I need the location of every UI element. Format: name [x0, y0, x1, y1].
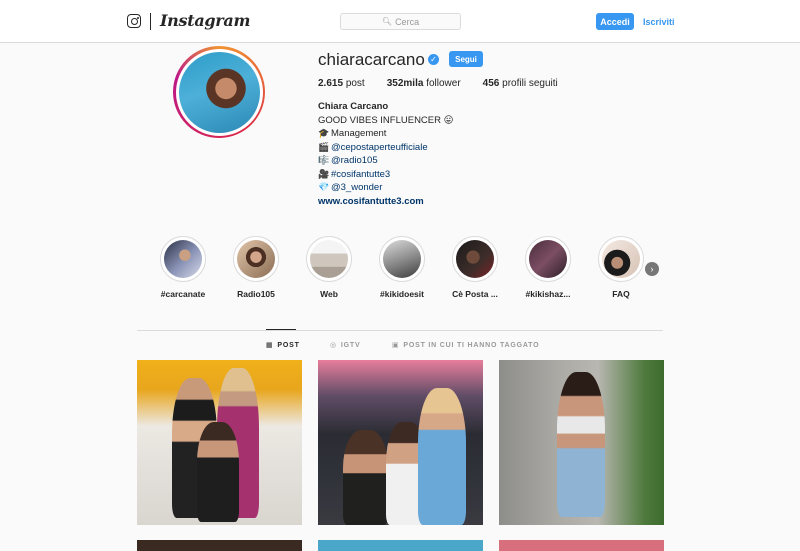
highlight-item[interactable]: Cè Posta ... [445, 236, 505, 299]
follow-button[interactable]: Segui [449, 51, 483, 67]
post-thumbnail[interactable] [137, 360, 302, 525]
tabs-divider [137, 330, 663, 331]
highlight-thumbnail [602, 240, 640, 278]
post-thumbnail[interactable] [137, 540, 302, 551]
highlight-item[interactable]: Web [299, 236, 359, 299]
music-icon: 🎼 [318, 155, 330, 165]
highlight-thumbnail [310, 240, 348, 278]
post-thumbnail[interactable] [499, 540, 664, 551]
bio-line-radio: 🎼 @radio105 [318, 154, 454, 168]
grid-icon: ▦ [266, 342, 274, 349]
highlight-label: #kikishaz... [525, 289, 571, 299]
avatar-photo [178, 51, 260, 133]
clapper-icon: 🎬 [318, 141, 330, 152]
highlight-item[interactable]: Radio105 [226, 236, 286, 299]
profile-avatar[interactable] [173, 46, 265, 138]
hashtag-link[interactable]: #cosifantutte3 [331, 169, 390, 180]
profile-website-link[interactable]: www.cosifantutte3.com [318, 195, 454, 209]
tagged-icon: ▣ [392, 342, 400, 349]
mention-link[interactable]: @3_wonder [331, 182, 382, 193]
profile-bio: Chiara Carcano GOOD VIBES INFLUENCER 😛 🎓… [318, 100, 454, 208]
logo-divider [150, 13, 151, 30]
highlight-thumbnail [456, 240, 494, 278]
highlight-label: Cè Posta ... [452, 289, 498, 299]
tab-tagged[interactable]: ▣ POST IN CUI TI HANNO TAGGATO [392, 341, 539, 350]
post-thumbnail[interactable] [499, 360, 664, 525]
highlight-thumbnail [529, 240, 567, 278]
post-thumbnail[interactable] [318, 540, 483, 551]
bio-line-hashtag: 🎥 #cosifantutte3 [318, 168, 454, 182]
verified-badge-icon: ✓ [428, 54, 439, 65]
highlight-label: #kikidoesit [380, 289, 424, 299]
igtv-icon: ◎ [330, 342, 337, 349]
highlight-item[interactable]: FAQ [591, 236, 651, 299]
followers-count[interactable]: 352mila follower [387, 78, 461, 89]
mention-link[interactable]: @cepostaperteufficiale [331, 142, 428, 153]
mention-link[interactable]: @radio105 [331, 155, 378, 166]
highlight-label: Web [320, 289, 338, 299]
profile-username: chiaracarcano [318, 50, 425, 69]
highlight-item[interactable]: #kikishaz... [518, 236, 578, 299]
highlight-item[interactable]: #kikidoesit [372, 236, 432, 299]
post-thumbnail[interactable] [318, 360, 483, 525]
highlight-thumbnail [383, 240, 421, 278]
bio-line-ceposta: 🎬 @cepostaperteufficiale [318, 141, 454, 155]
highlight-thumbnail [164, 240, 202, 278]
instagram-camera-icon[interactable] [127, 14, 141, 28]
movie-camera-icon: 🎥 [318, 168, 330, 179]
following-count[interactable]: 456 profili seguiti [483, 78, 558, 89]
login-button[interactable]: Accedi [596, 13, 634, 30]
active-tab-indicator [266, 329, 296, 330]
highlight-label: Radio105 [237, 289, 275, 299]
profile-stats: 2.615 post 352mila follower 456 profili … [318, 78, 580, 89]
highlight-label: FAQ [612, 289, 630, 299]
highlight-item[interactable]: #carcanate [153, 236, 213, 299]
tab-post[interactable]: ▦ POST [266, 341, 300, 350]
bio-line-management: 🎓 Management [318, 128, 387, 139]
highlight-label: #carcanate [160, 289, 206, 299]
posts-count: 2.615 post [318, 78, 365, 89]
graduation-cap-icon: 🎓 [318, 128, 330, 138]
chevron-right-icon[interactable]: › [645, 262, 659, 276]
bio-line-wonder: 💎 @3_wonder [318, 181, 454, 195]
diamond-icon: 💎 [318, 182, 330, 192]
bio-line-tagline: GOOD VIBES INFLUENCER 😛 [318, 114, 454, 126]
signup-link[interactable]: Iscriviti [643, 13, 675, 30]
tab-igtv[interactable]: ◎ IGTV [330, 341, 360, 350]
top-navigation-bar: Instagram 🔍︎ Cerca Accedi Iscriviti [0, 0, 800, 43]
highlight-thumbnail [237, 240, 275, 278]
instagram-wordmark[interactable]: Instagram [160, 11, 250, 30]
search-icon: 🔍︎ [381, 17, 393, 26]
search-placeholder: Cerca [395, 16, 420, 27]
profile-full-name: Chiara Carcano [318, 101, 389, 112]
search-input[interactable]: 🔍︎ Cerca [340, 13, 461, 30]
